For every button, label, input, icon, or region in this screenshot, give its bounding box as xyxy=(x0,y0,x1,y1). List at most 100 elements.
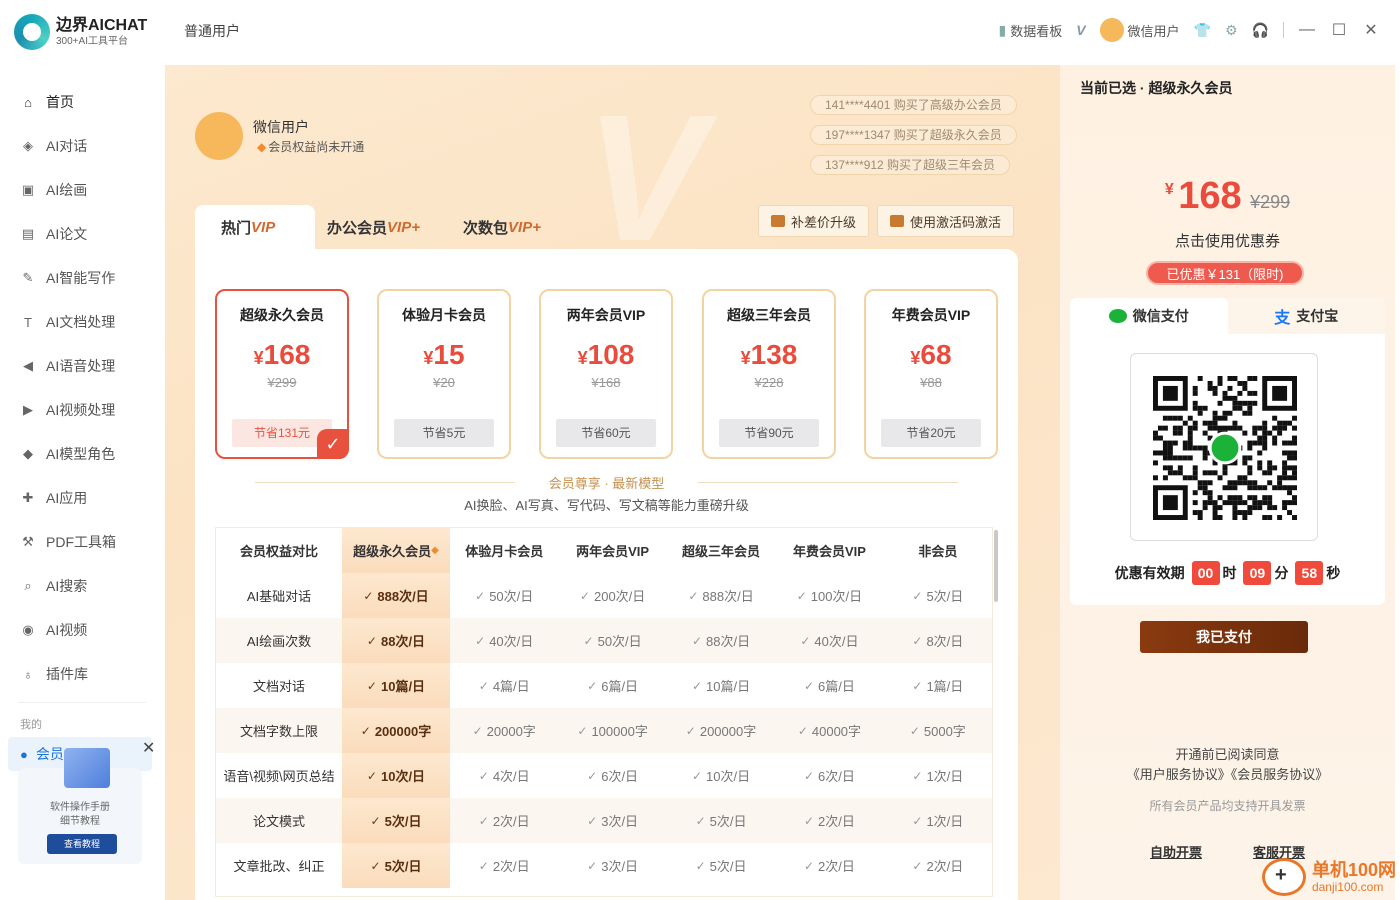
sidebar-item[interactable]: ▣ AI绘画 xyxy=(0,168,160,212)
sidebar-item[interactable]: ◆ AI模型角色 xyxy=(0,432,160,476)
self-invoice-link[interactable]: 自助开票 xyxy=(1150,842,1202,861)
user-menu[interactable]: 微信用户 xyxy=(1099,18,1180,42)
sidebar-item[interactable]: ◀ AI语音处理 xyxy=(0,344,160,388)
plan-card[interactable]: 超级永久会员 ¥168 ¥299 节省131元 ✓ xyxy=(215,289,349,459)
plan-card[interactable]: 体验月卡会员 ¥15 ¥20 节省5元 xyxy=(377,289,511,459)
upgrade-button[interactable]: 补差价升级 xyxy=(758,205,870,237)
member-agreement-link[interactable]: 《会员服务协议》 xyxy=(1231,767,1329,782)
tab-office-vip[interactable]: 办公会员 VIP+ xyxy=(327,205,420,250)
use-coupon-link[interactable]: 点击使用优惠券 xyxy=(1060,230,1395,251)
activate-code-button[interactable]: 使用激活码激活 xyxy=(877,205,1015,237)
check-icon: ✓ xyxy=(688,588,699,603)
check-icon: ✓ xyxy=(577,723,588,738)
plan-name: 年费会员VIP xyxy=(891,307,971,323)
table-cell: ✓ 2次/日 xyxy=(478,813,530,830)
table-cell: 文章批改、纠正 xyxy=(233,859,325,874)
check-icon: ✓ xyxy=(579,588,590,603)
scrollbar[interactable] xyxy=(994,530,998,602)
sidebar-item[interactable]: ✚ AI应用 xyxy=(0,476,160,520)
dashboard-button[interactable]: ▮ 数据看板 xyxy=(998,21,1062,40)
plan-original-price: ¥168 xyxy=(591,375,621,390)
check-icon: ✓ xyxy=(478,858,489,873)
table-cell: ✓ 1篇/日 xyxy=(912,678,964,695)
tab-label: 次数包 xyxy=(463,220,509,237)
section-subtitle: AI换脸、AI写真、写代码、写文稿等能力重磅升级 xyxy=(464,498,749,513)
sidebar-item-label: AI对话 xyxy=(46,138,88,154)
plan-card[interactable]: 超级三年会员 ¥138 ¥228 节省90元 xyxy=(702,289,836,459)
sidebar-item[interactable]: ⚒ PDF工具箱 xyxy=(0,520,160,564)
purchase-ticker: 137****912 购买了超级三年会员 xyxy=(810,155,1011,175)
play-icon: ◉ xyxy=(22,622,34,637)
close-window-icon[interactable]: ✕ xyxy=(1362,20,1380,40)
invoice-note: 所有会员产品均支持开具发票 xyxy=(1149,799,1306,813)
table-cell: 文档对话 xyxy=(252,679,305,694)
shirt-icon[interactable]: 👕 xyxy=(1194,22,1211,39)
tab-hot-vip[interactable]: 热门 VIP xyxy=(195,205,315,250)
sidebar-item[interactable]: ◈ AI对话 xyxy=(0,124,160,168)
view-tutorial-button[interactable]: 查看教程 xyxy=(47,834,117,854)
plan-savings: 节省20元 xyxy=(881,419,981,447)
watermark-logo-icon xyxy=(1261,858,1306,896)
close-icon[interactable]: ✕ xyxy=(142,738,155,758)
check-icon: ✓ xyxy=(587,678,598,693)
table-cell: 论文模式 xyxy=(252,814,305,829)
table-cell: ✓ 6次/日 xyxy=(803,768,855,785)
check-icon: ✓ xyxy=(472,723,483,738)
check-icon: ✓ xyxy=(370,813,381,828)
vip-mark: VIP+ xyxy=(508,219,541,236)
sidebar-item[interactable]: ♁ 插件库 xyxy=(0,652,160,696)
sidebar-item[interactable]: ⌂ 首页 xyxy=(0,80,160,124)
sidebar-item[interactable]: ▶ AI视频处理 xyxy=(0,388,160,432)
sidebar-item-label: AI文档处理 xyxy=(46,314,116,330)
table-cell: ✓ 6次/日 xyxy=(587,768,639,785)
column-header: 超级三年会员 xyxy=(682,544,761,559)
sidebar-item[interactable]: ▤ AI论文 xyxy=(0,212,160,256)
table-cell: ✓ 50次/日 xyxy=(475,588,534,605)
table-cell: ✓ 200次/日 xyxy=(579,588,646,605)
plan-card[interactable]: 两年会员VIP ¥108 ¥168 节省60元 xyxy=(539,289,673,459)
plan-name: 体验月卡会员 xyxy=(402,307,486,323)
divider xyxy=(1283,22,1284,38)
home-icon: ⌂ xyxy=(24,94,32,110)
plan-original-price: ¥20 xyxy=(433,375,455,390)
minimize-icon[interactable]: — xyxy=(1298,21,1316,39)
tab-wechat-pay[interactable]: 微信支付 xyxy=(1070,298,1228,334)
check-icon: ✓ xyxy=(366,633,377,648)
headset-icon[interactable]: 🎧 xyxy=(1252,22,1269,39)
sidebar-item[interactable]: ⌕ AI搜索 xyxy=(0,564,160,608)
tab-count-pack-vip[interactable]: 次数包 VIP+ xyxy=(463,205,541,250)
tab-alipay[interactable]: 支支付宝 xyxy=(1228,298,1386,334)
original-price: ¥299 xyxy=(1250,192,1291,212)
hours: 00 xyxy=(1191,561,1220,585)
plan-savings: 节省90元 xyxy=(719,419,819,447)
pen-icon: ✎ xyxy=(22,270,34,285)
table-cell: ✓ 5次/日 xyxy=(695,813,747,830)
table-header: 会员权益对比 超级永久会员 ◆ 体验月卡会员 两年会员VIP 超级三年会员 年费会员VIP… xyxy=(216,528,992,573)
maximize-icon[interactable]: ☐ xyxy=(1330,20,1348,40)
sidebar-item[interactable]: T AI文档处理 xyxy=(0,300,160,344)
user-agreement-link[interactable]: 《用户服务协议》 xyxy=(1127,767,1231,782)
sidebar-item-label: AI应用 xyxy=(46,490,88,506)
check-icon: ✓ xyxy=(691,678,702,693)
vip-icon[interactable]: V xyxy=(1076,22,1085,38)
sidebar-item[interactable]: ◉ AI视频 xyxy=(0,608,160,652)
table-cell: ✓ 4篇/日 xyxy=(478,678,530,695)
plan-card[interactable]: 年费会员VIP ¥68 ¥88 节省20元 xyxy=(864,289,998,459)
check-icon: ✓ xyxy=(478,768,489,783)
sidebar-item-label: AI搜索 xyxy=(46,578,88,594)
check-icon: ✓ xyxy=(912,678,923,693)
sidebar-item-label: AI绘画 xyxy=(46,182,88,198)
sidebar-item[interactable]: ✎ AI智能写作 xyxy=(0,256,160,300)
check-icon: ✓ xyxy=(366,678,377,693)
vip-mark: VIP+ xyxy=(387,219,420,236)
table-cell: ✓ 10篇/日 xyxy=(691,678,751,695)
table-cell: ✓ 40次/日 xyxy=(800,633,859,650)
paid-button[interactable]: 我已支付 xyxy=(1140,621,1308,653)
table-cell: ✓ 4次/日 xyxy=(478,768,530,785)
check-icon: ✓ xyxy=(366,768,377,783)
plan-original-price: ¥88 xyxy=(920,375,942,390)
qr-code xyxy=(1130,353,1318,541)
column-header: 会员权益对比 xyxy=(239,544,318,559)
plan-price: ¥138 xyxy=(740,339,798,370)
settings-icon[interactable]: ⚙ xyxy=(1225,22,1238,39)
